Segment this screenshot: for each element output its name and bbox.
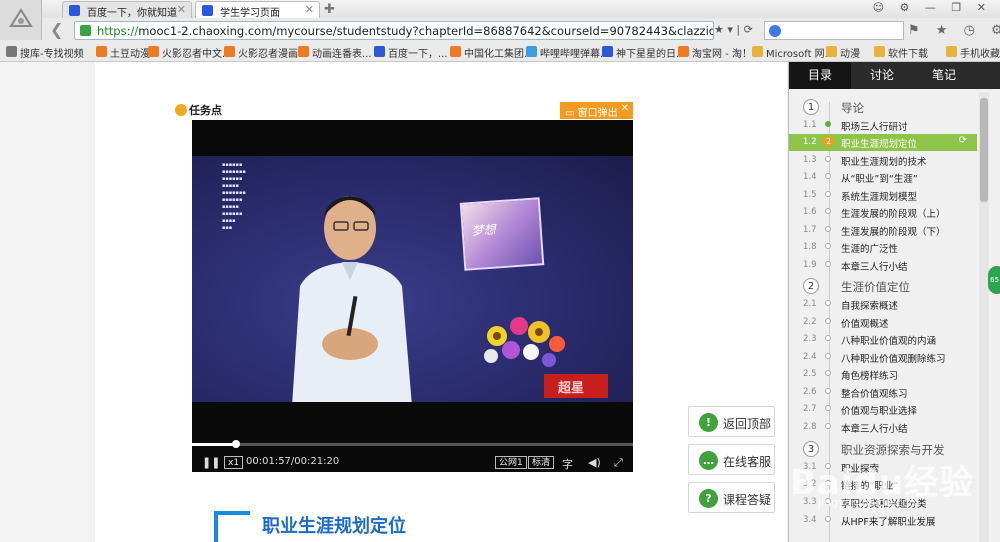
tab-baidu[interactable]: 百度一下，你就知道 ✕ <box>62 1 192 18</box>
search-engine-icon[interactable] <box>769 25 781 37</box>
close-tab-icon[interactable]: ✕ <box>305 3 314 16</box>
navigation-bar: ❮ https://mooc1-2.chaoxing.com/mycourse/… <box>42 20 1000 42</box>
section-item[interactable]: 1.9 本章三人行小结 <box>789 257 977 274</box>
secure-lock-icon <box>80 25 91 36</box>
tab-label: 学生学习页面 <box>220 8 280 18</box>
chat-icon: … <box>699 451 718 470</box>
bookmark-item[interactable]: 神下星星的日... <box>602 45 686 60</box>
baidu-watermark-url: jingyan.baidu.com <box>818 496 920 509</box>
bookmark-item[interactable]: 火影忍者漫画... <box>224 45 308 60</box>
page-favicon-icon <box>202 5 213 16</box>
volume-icon[interactable]: ◀) <box>588 456 601 469</box>
close-icon[interactable]: ✕ <box>621 103 629 114</box>
pause-icon[interactable]: ❚❚ <box>202 456 220 469</box>
bookmark-item[interactable]: 百度一下，... <box>374 45 448 60</box>
course-qa-button[interactable]: ? 课程答疑 <box>688 482 775 513</box>
scrollbar-thumb[interactable] <box>980 98 988 202</box>
tab-notes[interactable]: 笔记 <box>913 62 975 89</box>
bookmark-item[interactable]: 土豆动漫 <box>96 45 150 60</box>
task-point-label: 任务点 <box>175 102 222 118</box>
floating-green-badge[interactable]: 65 <box>988 266 1000 294</box>
section-item[interactable]: 2.1 自我探索概述 <box>789 296 977 313</box>
section-item[interactable]: 1.6 生涯发展的阶段观（上） <box>789 204 977 221</box>
url-scheme: https:// <box>97 24 139 38</box>
bookmark-item[interactable]: 中国化工集团... <box>450 45 534 60</box>
progress-fill <box>192 443 237 446</box>
line-select-button[interactable]: 公网1 <box>495 456 527 469</box>
task-count-badge: 2 <box>823 136 834 147</box>
browser-logo-icon[interactable] <box>0 0 42 40</box>
address-bar[interactable]: https://mooc1-2.chaoxing.com/mycourse/st… <box>74 21 714 40</box>
section-item[interactable]: 1.7 生涯发展的阶段观（下） <box>789 222 977 239</box>
section-title: 职业生涯规划定位 <box>262 516 406 537</box>
bookmark-item[interactable]: 动画连番表... <box>298 45 372 60</box>
quality-button[interactable]: 标清 <box>528 456 555 469</box>
url-text: mooc1-2.chaoxing.com/mycourse/studentstu… <box>138 24 713 38</box>
home-icon <box>6 46 17 57</box>
search-box[interactable] <box>764 21 904 40</box>
slide-picture: 梦想 <box>459 197 545 271</box>
new-tab-icon[interactable]: ✚ <box>324 2 335 17</box>
task-dot-icon <box>175 104 187 116</box>
close-tab-icon[interactable]: ✕ <box>177 3 186 16</box>
question-icon: ? <box>699 489 718 508</box>
section-item[interactable]: 1.3 职业生涯规划的技术 <box>789 152 977 169</box>
window-controls[interactable]: ☺ ⚙ — ❐ ✕ <box>873 1 992 14</box>
section-item[interactable]: 2.8 本章三人行小结 <box>789 419 977 436</box>
tab-strip: 百度一下，你就知道 ✕ 学生学习页面 ✕ ✚ ☺ ⚙ — ❐ ✕ <box>0 0 1000 18</box>
video-progress-bar[interactable] <box>192 440 633 448</box>
bookmarks-bar: 搜库-专找视频 土豆动漫 火影忍者中文... 火影忍者漫画... 动画连番表..… <box>0 43 1000 61</box>
online-support-button[interactable]: … 在线客服 <box>688 444 775 475</box>
section-item[interactable]: 2.4 八种职业价值观删除练习 <box>789 349 977 366</box>
slide-text-decoration: ▪▪▪▪▪▪ ▪▪▪▪▪▪▪ ▪▪▪▪▪▪ ▪▪▪▪▪ ▪▪▪▪▪▪▪ ▪▪▪▪▪▪ ▪▪▪… <box>222 162 246 231</box>
refresh-icon[interactable]: ⟳ <box>959 135 967 146</box>
section-item[interactable]: 1.8 生涯的广泛性 <box>789 239 977 256</box>
video-controls: ❚❚ x1 00:01:57/00:21:20 公网1 标清 字 ◀) ⤢ <box>192 438 633 472</box>
complete-dot-icon <box>825 121 831 127</box>
baidu-favicon-icon <box>69 5 80 16</box>
tab-label: 百度一下，你就知道 <box>87 8 177 18</box>
speed-button[interactable]: x1 <box>224 456 244 469</box>
bookmark-folder[interactable]: Microsoft 网... <box>752 45 834 60</box>
video-player[interactable]: ▪▪▪▪▪▪ ▪▪▪▪▪▪▪ ▪▪▪▪▪▪ ▪▪▪▪▪ ▪▪▪▪▪▪▪ ▪▪▪▪▪▪ ▪▪▪… <box>192 120 633 472</box>
address-bar-icons[interactable]: ★ ▾ | ⟳ <box>714 23 753 36</box>
tab-student-study[interactable]: 学生学习页面 ✕ <box>195 1 320 18</box>
tab-catalog[interactable]: 目录 <box>789 62 851 89</box>
section-item[interactable]: 3.4 从HPF来了解职业发展 <box>789 512 977 529</box>
lecturer-figure <box>292 196 412 402</box>
toolbar-icons[interactable]: ⚑ ★ ◷ ⚙ ☰ <box>908 23 1000 38</box>
bookmark-folder[interactable]: 手机收藏 <box>946 45 1000 60</box>
chaoxing-watermark: 超星 <box>544 374 608 398</box>
back-arrow-icon[interactable]: ❮ <box>50 22 68 40</box>
bookmark-item[interactable]: 搜库-专找视频 <box>6 45 84 60</box>
bookmark-item[interactable]: 淘宝网 - 淘！... <box>678 45 762 60</box>
video-frame: ▪▪▪▪▪▪ ▪▪▪▪▪▪▪ ▪▪▪▪▪▪ ▪▪▪▪▪ ▪▪▪▪▪▪▪ ▪▪▪▪▪▪ ▪▪▪… <box>192 156 633 402</box>
browser-chrome: 百度一下，你就知道 ✕ 学生学习页面 ✕ ✚ ☺ ⚙ — ❐ ✕ ❮ https… <box>0 0 1000 62</box>
bookmark-item[interactable]: 哔哩哔哩弹幕... <box>526 45 610 60</box>
alert-icon: ! <box>699 413 718 432</box>
flower-bouquet <box>484 317 565 367</box>
tab-discussion[interactable]: 讨论 <box>851 62 913 89</box>
section-item-current[interactable]: 1.2 2 职业生涯规划定位 ⟳ <box>789 134 977 151</box>
section-item[interactable]: 2.2 价值观概述 <box>789 314 977 331</box>
time-display: 00:01:57/00:21:20 <box>246 456 340 467</box>
section-item[interactable]: 2.3 八种职业价值观的内涵 <box>789 331 977 348</box>
progress-knob[interactable] <box>232 440 241 448</box>
section-item[interactable]: 2.7 价值观与职业选择 <box>789 401 977 418</box>
sidebar-tabs: 目录 讨论 笔记 <box>789 62 1000 89</box>
sidebar-scrollbar[interactable] <box>979 92 989 542</box>
bookmark-folder[interactable]: 动漫 <box>826 45 860 60</box>
bookmark-folder[interactable]: 软件下载 <box>874 45 928 60</box>
bookmark-item[interactable]: 火影忍者中文... <box>148 45 232 60</box>
popout-window-button[interactable]: ▭ 窗口弹出 ✕ <box>560 102 633 119</box>
section-item[interactable]: 2.5 角色榜样练习 <box>789 366 977 383</box>
back-to-top-button[interactable]: ! 返回顶部 <box>688 406 775 437</box>
section-item[interactable]: 2.6 整合价值观练习 <box>789 384 977 401</box>
section-item[interactable]: 1.1 职场三人行研讨 <box>789 117 977 134</box>
section-item[interactable]: 1.4 从“职业”到“生涯” <box>789 169 977 186</box>
section-item[interactable]: 1.5 系统生涯规划模型 <box>789 187 977 204</box>
fullscreen-icon[interactable]: ⤢ <box>614 456 623 470</box>
subtitle-button[interactable]: 字 <box>562 456 573 472</box>
